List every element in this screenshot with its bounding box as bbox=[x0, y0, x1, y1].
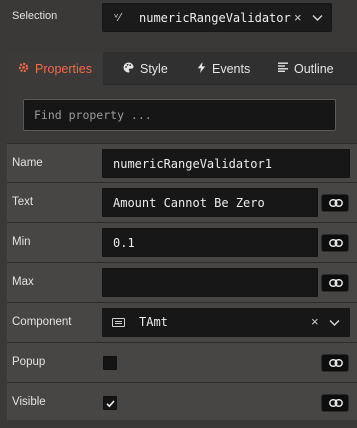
bind-button[interactable] bbox=[321, 394, 349, 412]
tab-events[interactable]: Events bbox=[197, 52, 250, 85]
property-row-max: Max bbox=[7, 263, 357, 303]
bind-button[interactable] bbox=[321, 234, 349, 252]
tab-label: Properties bbox=[35, 61, 92, 76]
link-icon bbox=[329, 359, 343, 367]
tab-style[interactable]: Style bbox=[123, 52, 168, 85]
tab-outline[interactable]: Outline bbox=[278, 52, 334, 85]
max-field[interactable] bbox=[102, 268, 318, 297]
clear-component-icon[interactable]: × bbox=[311, 314, 319, 329]
find-area bbox=[7, 85, 357, 143]
component-dropdown[interactable]: TAmt × bbox=[102, 308, 350, 337]
property-row-popup: Popup bbox=[7, 343, 357, 383]
property-label: Min bbox=[12, 236, 31, 248]
spacer bbox=[0, 36, 357, 52]
property-label: Max bbox=[12, 276, 34, 288]
property-row-component: Component TAmt × bbox=[7, 303, 357, 343]
link-icon bbox=[329, 399, 343, 407]
find-property-input[interactable] bbox=[23, 99, 336, 131]
property-label: Popup bbox=[12, 356, 46, 368]
selection-label: Selection bbox=[12, 10, 58, 22]
selection-dropdown[interactable]: ᵛ⁄ numericRangeValidator × bbox=[102, 3, 332, 32]
chevron-down-icon[interactable] bbox=[329, 317, 340, 328]
bind-button[interactable] bbox=[321, 274, 349, 292]
property-row-min: Min bbox=[7, 223, 357, 263]
gear-icon bbox=[18, 62, 29, 76]
property-row-visible: Visible bbox=[7, 383, 357, 423]
property-label: Component bbox=[12, 316, 72, 328]
visible-checkbox[interactable] bbox=[103, 396, 117, 410]
property-label: Text bbox=[12, 196, 34, 208]
left-gutter bbox=[0, 52, 7, 420]
property-label: Visible bbox=[12, 396, 46, 408]
link-icon bbox=[329, 239, 343, 247]
component-value: TAmt bbox=[139, 315, 168, 329]
validator-icon: ᵛ⁄ bbox=[114, 11, 121, 24]
bind-button[interactable] bbox=[321, 194, 349, 212]
name-field[interactable] bbox=[102, 149, 350, 178]
selection-value: numericRangeValidator bbox=[139, 11, 291, 25]
tab-label: Style bbox=[140, 61, 168, 76]
bind-button[interactable] bbox=[321, 354, 349, 372]
property-label: Name bbox=[12, 157, 43, 169]
link-icon bbox=[329, 279, 343, 287]
tab-label: Outline bbox=[294, 61, 334, 76]
link-icon bbox=[329, 199, 343, 207]
clear-selection-icon[interactable]: × bbox=[294, 10, 302, 25]
property-row-text: Text bbox=[7, 183, 357, 223]
min-field[interactable] bbox=[102, 228, 318, 257]
textbox-icon bbox=[112, 318, 125, 327]
bottom-strip bbox=[0, 420, 357, 428]
tab-label: Events bbox=[212, 61, 251, 76]
lightning-icon bbox=[197, 61, 206, 76]
property-row-name: Name bbox=[7, 143, 357, 183]
text-field[interactable] bbox=[102, 188, 318, 217]
palette-icon bbox=[123, 61, 134, 76]
inspector-tabs: Properties Style Events Outline bbox=[7, 52, 357, 86]
popup-checkbox[interactable] bbox=[103, 356, 117, 370]
list-icon bbox=[278, 62, 288, 75]
chevron-down-icon[interactable] bbox=[312, 12, 323, 23]
tab-properties[interactable]: Properties bbox=[7, 52, 103, 86]
checkmark-icon bbox=[106, 400, 115, 408]
selection-row: Selection ᵛ⁄ numericRangeValidator × bbox=[0, 0, 357, 36]
